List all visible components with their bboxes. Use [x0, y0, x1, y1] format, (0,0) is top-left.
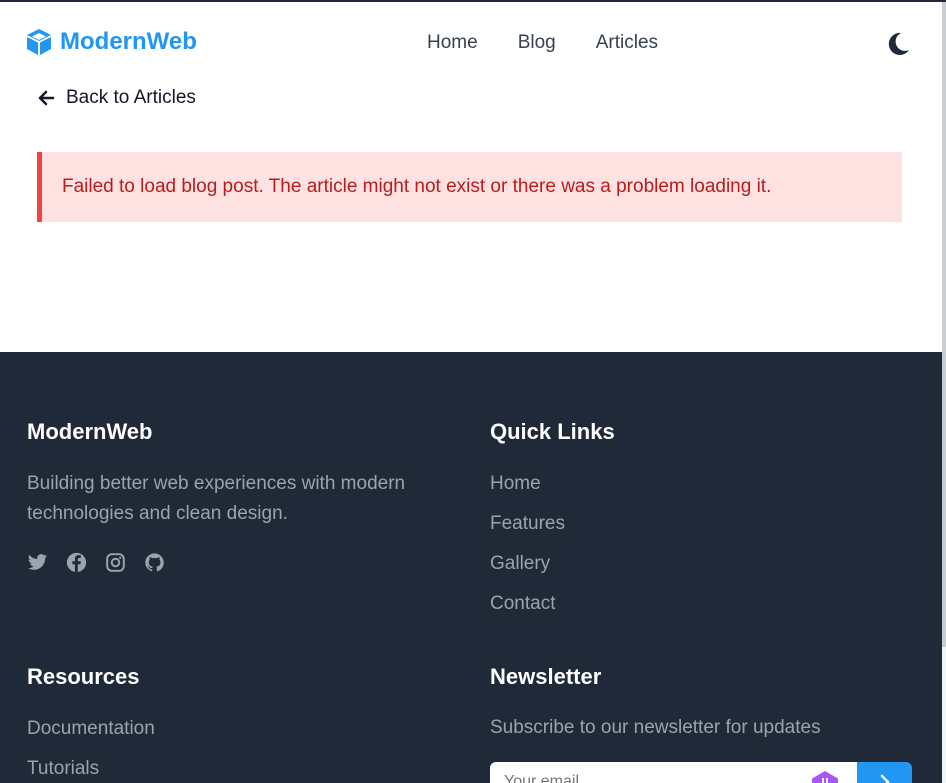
theme-toggle-button[interactable]: [884, 30, 912, 58]
brand-logo-link[interactable]: ModernWeb: [26, 28, 197, 56]
brand-name: ModernWeb: [60, 28, 197, 55]
scrollbar-thumb[interactable]: [942, 2, 946, 647]
moon-icon: [888, 32, 909, 55]
footer-newsletter-description: Subscribe to our newsletter for updates: [490, 717, 821, 738]
extension-badge-icon: [812, 771, 838, 783]
back-link-label: Back to Articles: [66, 87, 196, 108]
twitter-icon[interactable]: [27, 552, 48, 573]
send-icon: [880, 774, 890, 783]
footer-resources-title: Resources: [27, 664, 140, 689]
footer-link-documentation[interactable]: Documentation: [27, 718, 155, 740]
footer-link-features[interactable]: Features: [490, 513, 565, 535]
site-footer: ModernWeb Building better web experience…: [0, 352, 942, 783]
footer-link-gallery[interactable]: Gallery: [490, 553, 550, 575]
main-nav: Home Blog Articles: [427, 32, 658, 54]
footer-about-description: Building better web experiences with mod…: [27, 473, 406, 524]
footer-link-tutorials[interactable]: Tutorials: [27, 758, 99, 780]
error-message: Failed to load blog post. The article mi…: [62, 176, 772, 197]
footer-quick-links-title: Quick Links: [490, 419, 615, 444]
site-header: ModernWeb Home Blog Articles: [0, 2, 942, 86]
instagram-icon[interactable]: [105, 552, 126, 573]
footer-newsletter-title: Newsletter: [490, 664, 602, 689]
newsletter-submit-button[interactable]: [857, 762, 912, 783]
footer-about-title: ModernWeb: [27, 419, 153, 444]
newsletter-email-input[interactable]: [490, 762, 857, 783]
nav-link-home[interactable]: Home: [427, 32, 478, 54]
cube-icon: [27, 29, 51, 55]
social-links: [27, 552, 165, 573]
footer-link-home[interactable]: Home: [490, 473, 541, 495]
newsletter-form: [490, 762, 912, 783]
error-alert: Failed to load blog post. The article mi…: [37, 152, 902, 222]
facebook-icon[interactable]: [66, 552, 87, 573]
github-icon[interactable]: [144, 552, 165, 573]
nav-link-blog[interactable]: Blog: [518, 32, 556, 54]
footer-link-contact[interactable]: Contact: [490, 593, 555, 615]
nav-link-articles[interactable]: Articles: [596, 32, 658, 54]
back-to-articles-link[interactable]: Back to Articles: [36, 87, 196, 109]
arrow-left-icon: [38, 90, 55, 106]
